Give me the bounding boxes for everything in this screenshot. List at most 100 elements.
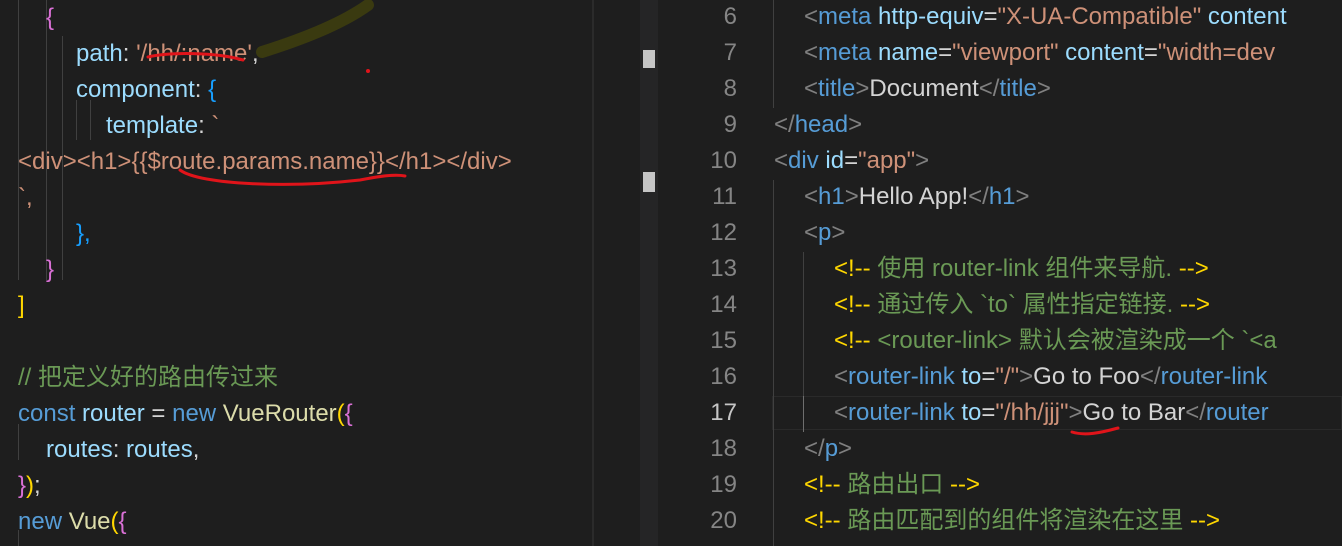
code-token: --> bbox=[1190, 507, 1221, 534]
code-token: ` bbox=[211, 112, 220, 139]
left-editor-pane[interactable]: {path: '/hh/:name', component: {template:… bbox=[0, 0, 592, 546]
code-token: ; bbox=[34, 472, 41, 499]
code-token: p bbox=[824, 435, 839, 462]
code-token: <router-link> 默认会被渲染成一个 `<a bbox=[877, 327, 1277, 354]
code-token: = bbox=[981, 363, 996, 390]
code-token: h1 bbox=[988, 183, 1016, 210]
code-token: "/hh/jjj" bbox=[995, 399, 1069, 426]
code-token: < bbox=[804, 39, 819, 66]
line-number: 11 bbox=[712, 183, 737, 210]
code-token: ) bbox=[26, 472, 35, 499]
code-token: }, bbox=[76, 220, 91, 247]
code-token: routes bbox=[126, 436, 193, 463]
line-number: 17 bbox=[710, 399, 737, 426]
line-number: 6 bbox=[723, 3, 737, 30]
code-token: content bbox=[1201, 3, 1287, 30]
code-line[interactable]: 17 <router-link to="/hh/jjj">Go to Bar</r… bbox=[660, 395, 1342, 431]
code-token: router-link bbox=[848, 399, 955, 426]
code-token: < bbox=[804, 3, 819, 30]
code-token: '/hh/:name' bbox=[136, 40, 252, 67]
line-number: 14 bbox=[710, 291, 737, 318]
code-token: < bbox=[804, 219, 819, 246]
code-token: = bbox=[981, 399, 996, 426]
code-token: --> bbox=[1178, 255, 1209, 282]
line-number: 8 bbox=[723, 75, 737, 102]
code-line[interactable]: 20 <!-- 路由匹配到的组件将渲染在这里 --> bbox=[660, 503, 1342, 539]
code-token: > bbox=[838, 435, 853, 462]
code-token: < bbox=[774, 147, 789, 174]
code-token: new bbox=[172, 400, 217, 427]
code-token: template bbox=[106, 112, 199, 139]
code-token: Go to Bar bbox=[1082, 399, 1186, 426]
code-token: { bbox=[344, 400, 353, 427]
code-token: { bbox=[208, 76, 217, 103]
line-number: 12 bbox=[710, 219, 737, 246]
code-token: = bbox=[144, 400, 173, 427]
line-number: 9 bbox=[723, 111, 737, 138]
code-line[interactable]: 16 <router-link to="/">Go to Foo</router-… bbox=[660, 359, 1342, 395]
code-token: Vue bbox=[62, 508, 111, 535]
code-token: "X-UA-Compatible" bbox=[997, 3, 1202, 30]
code-line[interactable]: 18 </p> bbox=[660, 431, 1342, 467]
vertical-scrollbar[interactable] bbox=[640, 0, 658, 546]
line-number: 19 bbox=[710, 471, 737, 498]
code-token: } bbox=[18, 472, 27, 499]
code-token: router-link bbox=[1160, 363, 1268, 390]
code-token: > bbox=[844, 183, 859, 210]
code-token: </ bbox=[804, 435, 825, 462]
code-token: </ bbox=[1185, 399, 1206, 426]
code-line[interactable]: 9 </head> bbox=[660, 107, 1342, 143]
code-token: : bbox=[198, 112, 212, 139]
code-token: content bbox=[1058, 39, 1144, 66]
code-token: --> bbox=[1180, 291, 1211, 318]
code-token: "/" bbox=[995, 363, 1020, 390]
code-token: to bbox=[954, 363, 982, 390]
code-line[interactable]: 8 <title>Document</title> bbox=[660, 71, 1342, 107]
code-token: </ bbox=[978, 75, 1000, 102]
code-token: `, bbox=[18, 184, 33, 211]
code-token: : bbox=[122, 40, 137, 67]
code-token: = bbox=[1143, 39, 1158, 66]
code-token: component bbox=[76, 76, 195, 103]
code-token: --> bbox=[950, 471, 981, 498]
code-token: : bbox=[112, 436, 127, 463]
code-line[interactable]: 7 <meta name="viewport" content="width=de… bbox=[660, 35, 1342, 71]
code-line[interactable]: 11 <h1>Hello App!</h1> bbox=[660, 179, 1342, 215]
code-token: > bbox=[848, 111, 863, 138]
indent-guide bbox=[46, 204, 47, 240]
code-line[interactable]: 10 <div id="app"> bbox=[660, 143, 1342, 179]
code-line[interactable]: 12 <p> bbox=[660, 215, 1342, 251]
code-token: <!-- bbox=[834, 291, 878, 318]
code-token: to bbox=[954, 399, 982, 426]
code-token: routes bbox=[46, 436, 113, 463]
code-token: head bbox=[794, 111, 849, 138]
line-number: 18 bbox=[710, 435, 737, 462]
right-editor-pane[interactable]: 6 <meta http-equiv="X-UA-Compatible" cont… bbox=[660, 0, 1342, 546]
line-number: 13 bbox=[710, 255, 737, 282]
code-token: > bbox=[915, 147, 930, 174]
code-line[interactable]: 19 <!-- 路由出口 --> bbox=[660, 467, 1342, 503]
code-token: Document bbox=[869, 75, 979, 102]
code-token: <!-- bbox=[834, 327, 878, 354]
code-token: "app" bbox=[858, 147, 916, 174]
indent-guide bbox=[62, 204, 63, 240]
code-token: { bbox=[46, 4, 55, 31]
code-token: > bbox=[831, 219, 846, 246]
code-token: ] bbox=[18, 292, 25, 319]
code-token: = bbox=[844, 147, 859, 174]
scrollbar-marker bbox=[643, 172, 655, 192]
line-number: 10 bbox=[710, 147, 737, 174]
code-token: div bbox=[788, 147, 819, 174]
code-token: 路由出口 bbox=[847, 471, 951, 498]
code-token: } bbox=[46, 256, 55, 283]
code-line[interactable]: 6 <meta http-equiv="X-UA-Compatible" cont… bbox=[660, 0, 1342, 35]
code-token: > bbox=[855, 75, 870, 102]
code-line[interactable]: 14 <!-- 通过传入 `to` 属性指定链接. --> bbox=[660, 287, 1342, 323]
code-token: </ bbox=[968, 183, 989, 210]
code-line[interactable]: 13 <!-- 使用 router-link 组件来导航. --> bbox=[660, 251, 1342, 287]
code-line[interactable]: 15 <!-- <router-link> 默认会被渲染成一个 `<a bbox=[660, 323, 1342, 359]
code-token: meta bbox=[818, 39, 872, 66]
code-token: <!-- bbox=[804, 471, 848, 498]
code-token: path bbox=[76, 40, 123, 67]
code-token: <div><h1>{{$route.params.name}}</h1></di… bbox=[18, 148, 512, 175]
